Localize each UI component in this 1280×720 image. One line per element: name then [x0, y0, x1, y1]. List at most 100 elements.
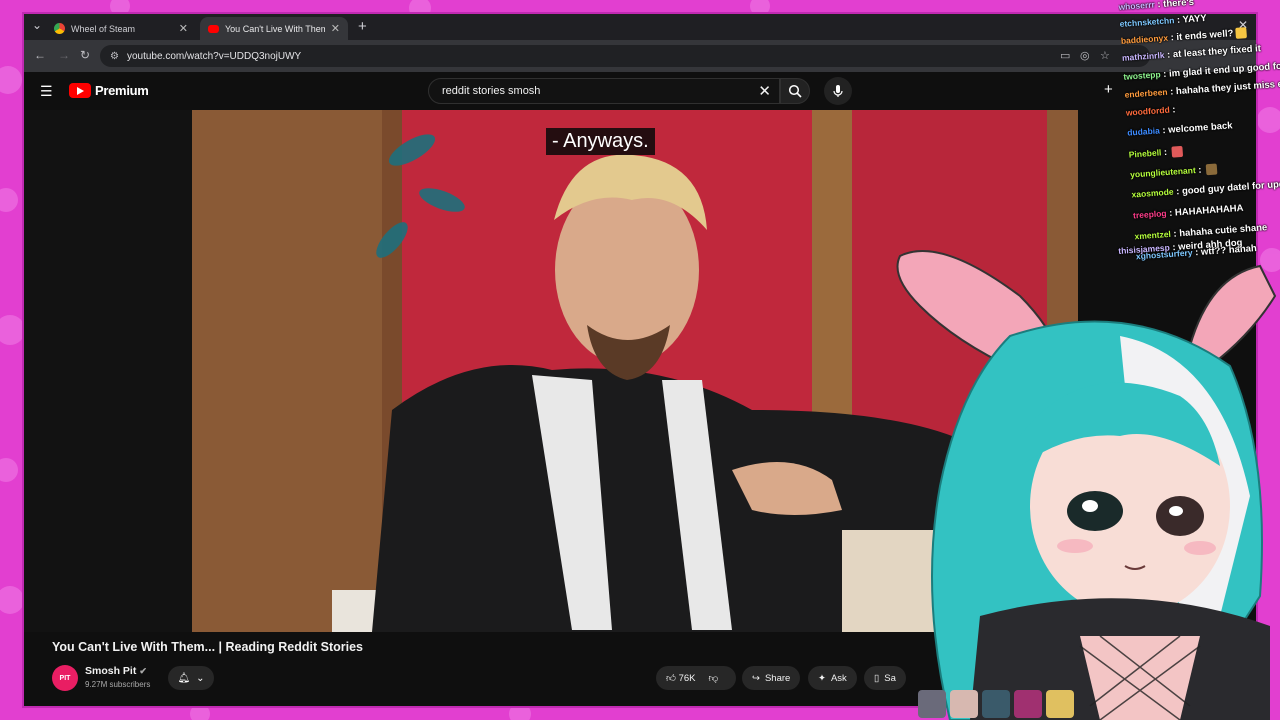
chat-text — [1169, 147, 1170, 158]
reload-icon[interactable]: ↻ — [80, 48, 90, 62]
save-icon: ▯ — [874, 672, 880, 684]
chat-text: there's — [1162, 0, 1195, 10]
chat-username: twostepp — [1123, 69, 1161, 82]
subscriber-count: 9.27M subscribers — [85, 680, 151, 689]
tab-youtube-video[interactable]: You Can't Live With Them... | Re ✕ — [200, 17, 348, 40]
chat-message: woodfordd : — [1125, 104, 1176, 118]
forward-icon[interactable]: → — [58, 48, 70, 62]
youtube-header: ☰ Premium reddit stories smosh ✕ + — [24, 72, 1256, 110]
url-text: youtube.com/watch?v=UDDQ3nojUWY — [126, 50, 302, 62]
share-button[interactable]: ↪ Share — [742, 666, 801, 690]
chat-message: dudabia : welcome back — [1126, 120, 1233, 138]
eye-off-icon[interactable]: ◎ — [1080, 49, 1090, 62]
emote-icon — [1234, 27, 1247, 39]
chat-username: etchnsketchn — [1119, 15, 1175, 29]
search-icon — [788, 84, 802, 98]
share-icon: ↪ — [752, 672, 760, 684]
chat-username: treeplog — [1132, 208, 1167, 221]
chat-username: mathzinrlk — [1121, 49, 1165, 63]
chat-message: mathzinrlk : at least they fixed it — [1121, 43, 1262, 63]
chat-message: Pinebell : — [1128, 145, 1184, 161]
clear-search-icon[interactable]: ✕ — [758, 82, 771, 100]
microphone-icon — [833, 85, 843, 97]
chat-text: hahaha they just miss ea — [1175, 78, 1280, 98]
chat-username: whoserrr — [1118, 0, 1156, 12]
app-icon[interactable] — [918, 690, 946, 718]
chat-text: welcome back — [1167, 120, 1233, 136]
chat-text — [1175, 104, 1176, 115]
site-info-icon[interactable]: ⚙ — [110, 51, 119, 62]
vtuber-avatar — [896, 250, 1277, 720]
youtube-logo[interactable]: Premium — [69, 83, 149, 98]
app-icon[interactable] — [1046, 690, 1074, 718]
chat-message: etchnsketchn : YAYY — [1119, 12, 1208, 29]
chat-username: xaosmode — [1131, 186, 1174, 200]
chat-message: treeplog : HAHAHAHAHA — [1132, 202, 1244, 221]
chat-username: younglieutenant — [1129, 165, 1197, 180]
channel-name-text: Smosh Pit — [85, 665, 137, 677]
channel-avatar[interactable]: PIT — [52, 665, 78, 691]
video-title: You Can't Live With Them... | Reading Re… — [52, 640, 364, 654]
stream-chat-overlay: whoserrr : there's etchnsketchn : YAYY b… — [1118, 0, 1280, 269]
chat-username: dudabia — [1126, 125, 1161, 138]
search-input[interactable]: reddit stories smosh ✕ — [428, 78, 780, 104]
chat-username: woodfordd — [1125, 104, 1171, 118]
chat-message: enderbeen : hahaha they just miss ea — [1124, 78, 1280, 100]
emote-icon — [1171, 145, 1184, 158]
like-dislike-group: 👍︎ 76K 👎︎ — [656, 666, 736, 690]
channel-name[interactable]: Smosh Pit ✔ — [85, 665, 147, 677]
cast-icon[interactable]: ▭ — [1060, 49, 1070, 62]
thumbs-down-icon[interactable]: 👎︎ — [708, 672, 718, 684]
chat-text: YAYY — [1182, 12, 1208, 26]
tab-title: You Can't Live With Them... | Re — [225, 23, 325, 34]
bell-icon: 🔔︎ — [177, 672, 191, 684]
app-icon[interactable] — [982, 690, 1010, 718]
menu-icon[interactable]: ☰ — [40, 83, 53, 100]
like-button[interactable]: 👍︎ 76K — [666, 672, 695, 684]
share-label: Share — [764, 672, 791, 684]
chat-message: baddieonyx : it ends well? — [1121, 27, 1247, 47]
browser-toolbar: ← → ↻ ⚙ youtube.com/watch?v=UDDQ3nojUWY … — [24, 40, 1256, 72]
thumbs-up-icon: 👍︎ — [666, 673, 676, 684]
bookmark-star-icon[interactable]: ☆ — [1100, 49, 1110, 62]
notification-bell-button[interactable]: 🔔︎ ⌄ — [168, 666, 214, 690]
chrome-favicon-icon — [54, 23, 65, 34]
verified-icon: ✔ — [139, 666, 147, 676]
chat-username: enderbeen — [1124, 86, 1168, 100]
like-count: 76K — [678, 673, 696, 684]
chat-username: baddieonyx — [1120, 32, 1169, 46]
chat-text — [1204, 164, 1205, 175]
ask-button[interactable]: ✦ Ask — [808, 666, 857, 690]
tab-close-icon[interactable]: ✕ — [179, 22, 188, 35]
tab-search-icon[interactable]: ⌄ — [32, 18, 42, 32]
chat-text: at least they fixed it — [1172, 43, 1262, 61]
chevron-down-icon: ⌄ — [196, 672, 205, 684]
chat-message: whoserrr : there's — [1118, 0, 1194, 13]
voice-search-button[interactable] — [824, 77, 852, 105]
youtube-favicon-icon — [208, 24, 219, 33]
sparkle-icon: ✦ — [818, 672, 826, 684]
chat-message: younglieutenant : — [1129, 163, 1218, 181]
video-caption: - Anyways. — [546, 128, 655, 155]
taskbar-dock — [918, 688, 1074, 720]
chat-text: good guy datel for updatin — [1181, 177, 1280, 197]
chat-text: im glad it end up good fo — [1168, 60, 1280, 80]
youtube-play-icon — [69, 83, 91, 98]
create-plus-icon[interactable]: + — [1104, 81, 1113, 98]
address-bar[interactable]: ⚙ youtube.com/watch?v=UDDQ3nojUWY — [100, 45, 1150, 67]
app-icon[interactable] — [1014, 690, 1042, 718]
app-icon[interactable] — [950, 690, 978, 718]
tab-close-icon[interactable]: ✕ — [331, 22, 340, 35]
chat-message: xaosmode : good guy datel for updatin — [1131, 178, 1280, 201]
tab-wheel-of-steam[interactable]: Wheel of Steam ✕ — [46, 17, 196, 40]
tab-strip: ⌄ Wheel of Steam ✕ You Can't Live With T… — [24, 14, 1256, 40]
premium-label: Premium — [95, 83, 149, 98]
emote-icon — [1205, 163, 1218, 176]
new-tab-button[interactable]: + — [358, 18, 367, 35]
search-query: reddit stories smosh — [442, 85, 541, 97]
chat-username: Pinebell — [1128, 147, 1162, 160]
tab-title: Wheel of Steam — [71, 23, 136, 34]
search-button[interactable] — [780, 78, 810, 104]
chat-text: it ends well? — [1176, 28, 1234, 44]
back-icon[interactable]: ← — [34, 48, 46, 62]
